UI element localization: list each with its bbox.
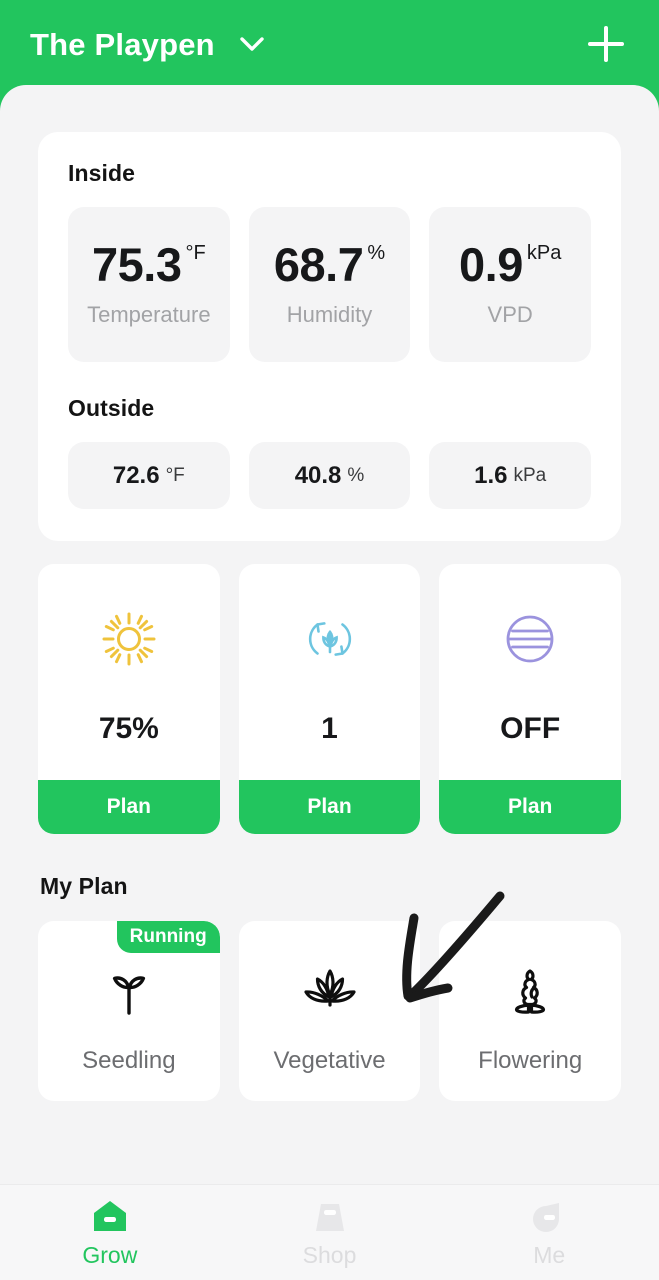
add-button[interactable]	[583, 21, 629, 67]
nav-item-me[interactable]: Me	[439, 1185, 659, 1280]
grow-tent-icon	[90, 1199, 130, 1235]
nav-label-shop: Shop	[302, 1241, 357, 1268]
status-badge: Running	[116, 921, 220, 953]
device-fan-value: 1	[321, 712, 338, 745]
plan-card-flowering[interactable]: Flowering	[439, 921, 622, 1101]
outside-humidity-value: 40.8	[294, 461, 342, 489]
temperature-unit: °F	[185, 242, 206, 264]
outside-humidity-unit: %	[347, 464, 365, 486]
plan-name-vegetative: Vegetative	[273, 1047, 386, 1074]
plan-card-seedling[interactable]: Running Seedling	[38, 921, 220, 1101]
profile-icon	[529, 1199, 569, 1235]
vpd-value: 0.9	[459, 238, 523, 291]
device-other-plan-button[interactable]: Plan	[439, 780, 622, 834]
vpd-unit: kPa	[526, 242, 562, 264]
nav-item-shop[interactable]: Shop	[220, 1185, 440, 1280]
content-sheet: Inside 75.3 °F Temperature 68.7 % Humidi…	[0, 85, 659, 1280]
plan-card-vegetative[interactable]: Vegetative	[238, 921, 421, 1101]
device-light-value: 75%	[98, 712, 159, 745]
device-card-other-body[interactable]: OFF	[439, 564, 621, 780]
device-card-fan[interactable]: 1 Plan	[238, 564, 421, 834]
plan-name-flowering: Flowering	[478, 1047, 583, 1074]
device-card-light-body[interactable]: 75%	[38, 564, 220, 780]
metric-tile-temperature[interactable]: 75.3 °F Temperature	[68, 207, 230, 362]
app-root: The Playpen Inside 75.3 °F Temperature 6…	[0, 0, 659, 1280]
device-light-plan-button[interactable]: Plan	[38, 780, 220, 834]
sprout-icon	[101, 955, 157, 1025]
plus-icon	[588, 26, 624, 62]
outside-section-label: Outside	[68, 395, 155, 421]
nav-label-me: Me	[533, 1241, 566, 1268]
my-plan-title: My Plan	[40, 873, 128, 899]
device-card-other[interactable]: OFF Plan	[439, 564, 622, 834]
nav-item-grow[interactable]: Grow	[0, 1185, 220, 1280]
device-other-value: OFF	[500, 712, 561, 745]
cannabis-leaf-icon	[299, 955, 361, 1025]
metric-tile-humidity[interactable]: 68.7 % Humidity	[248, 207, 411, 362]
page-title: The Playpen	[30, 26, 215, 62]
device-fan-plan-button[interactable]: Plan	[238, 780, 421, 834]
temperature-label: Temperature	[87, 302, 211, 327]
plan-stages-row: Running Seedling Vegetative Flowering	[38, 921, 622, 1101]
inside-section-label: Inside	[68, 160, 136, 186]
outside-temperature-unit: °F	[165, 464, 185, 486]
device-card-light[interactable]: 75% Plan	[38, 564, 220, 834]
circulation-leaf-icon	[301, 604, 359, 674]
inside-metrics-row: 75.3 °F Temperature 68.7 % Humidity 0.9 …	[68, 207, 592, 362]
outside-tile-vpd: 1.6 kPa	[429, 442, 592, 509]
device-card-fan-body[interactable]: 1	[239, 564, 421, 780]
outside-temperature-value: 72.6	[112, 461, 160, 489]
outside-vpd-unit: kPa	[513, 464, 547, 486]
outside-vpd-value: 1.6	[474, 461, 508, 489]
device-cards-row: 75% Plan 1 Plan OFF Plan	[38, 564, 622, 834]
outside-tile-temperature: 72.6 °F	[68, 442, 230, 509]
outside-metrics-row: 72.6 °F 40.8 % 1.6 kPa	[68, 442, 592, 509]
chevron-down-icon[interactable]	[235, 27, 269, 61]
climate-card: Inside 75.3 °F Temperature 68.7 % Humidi…	[38, 132, 621, 541]
metric-tile-vpd[interactable]: 0.9 kPa VPD	[429, 207, 592, 362]
nav-label-grow: Grow	[82, 1241, 138, 1268]
vpd-label: VPD	[487, 302, 533, 327]
striped-circle-icon	[504, 604, 556, 674]
humidity-label: Humidity	[286, 302, 373, 327]
humidity-value: 68.7	[273, 238, 364, 291]
temperature-value: 75.3	[91, 238, 182, 291]
app-header: The Playpen	[0, 0, 659, 88]
shopping-bag-icon	[310, 1199, 350, 1235]
humidity-unit: %	[367, 242, 386, 264]
flower-bud-icon	[500, 955, 560, 1025]
scroll-area: Inside 75.3 °F Temperature 68.7 % Humidi…	[0, 85, 659, 1185]
plan-name-seedling: Seedling	[82, 1047, 176, 1074]
bottom-navigation: Grow Shop Me	[0, 1184, 659, 1280]
sun-icon	[101, 604, 157, 674]
outside-tile-humidity: 40.8 %	[248, 442, 411, 509]
